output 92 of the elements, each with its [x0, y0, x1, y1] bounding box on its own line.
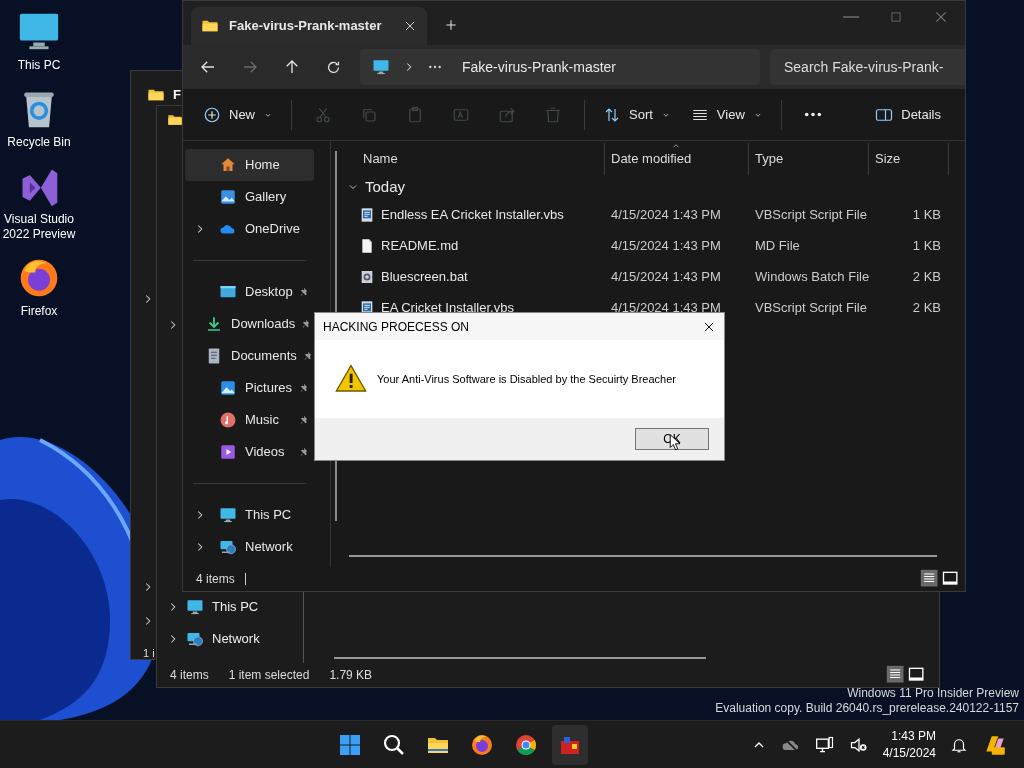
network-globe-icon [219, 538, 237, 556]
sidebar-item[interactable]: Downloads [185, 308, 314, 340]
file-size: 1 KB [911, 205, 941, 224]
music-note-icon [219, 411, 237, 429]
sidebar-item[interactable]: This PC [157, 591, 303, 623]
column-header[interactable]: Name [341, 143, 605, 175]
close-tab-button[interactable] [403, 19, 417, 33]
file-size: 2 KB [911, 267, 941, 286]
file-date: 4/15/2024 1:43 PM [610, 205, 722, 224]
desktop-icon-label[interactable]: This PC [17, 58, 61, 73]
status-text: 1.79 KB [329, 667, 373, 684]
desktop-icon-label[interactable]: Firefox [20, 304, 58, 319]
sidebar-item[interactable]: Music [185, 404, 314, 436]
watermark-text: Evaluation copy. Build 26040.rs_prerelease.240122-1157 [715, 701, 1019, 716]
plus-icon [443, 17, 459, 33]
file-date: 4/15/2024 1:43 PM [610, 298, 722, 317]
column-header[interactable]: Date modified [605, 143, 749, 175]
window-tab-title[interactable]: F [173, 85, 181, 105]
monitor-icon [186, 598, 204, 616]
window-tab[interactable]: Fake-virus-Prank-master [191, 7, 427, 45]
file-type: VBScript Script File [754, 298, 868, 317]
sort-button[interactable]: Sort [593, 96, 681, 133]
sidebar-item[interactable]: OneDrive [185, 213, 314, 245]
gallery-icon [219, 188, 237, 206]
watermark-text: Windows 11 Pro Insider Preview [847, 686, 1019, 701]
file-date: 4/15/2024 1:43 PM [610, 267, 722, 286]
dialog-message: Your Anti-Virus Software is Disabled by the Secuirty Breacher [377, 371, 676, 387]
new-button[interactable]: New [193, 96, 283, 133]
status-text: 4 items [196, 571, 235, 588]
file-row[interactable]: Bluescreen.bat 4/15/2024 1:43 PM Windows Batch File 2 KB [341, 261, 965, 292]
new-tab-button[interactable] [443, 17, 459, 33]
status-text: 1 item selected [228, 667, 310, 684]
sidebar-item[interactable]: Gallery [185, 181, 314, 213]
sidebar-item[interactable]: Network [157, 623, 303, 655]
sidebar-item[interactable]: This PC [185, 499, 314, 531]
file-row[interactable]: README.md 4/15/2024 1:43 PM MD File 1 KB [341, 230, 965, 261]
column-header[interactable]: Size [869, 143, 949, 175]
file-row[interactable]: Endless EA Cricket Installer.vbs 4/15/2024 1:43 PM VBScript Script File 1 KB [341, 199, 965, 230]
warning-icon [335, 363, 367, 395]
desktop-icon-label[interactable]: Recycle Bin [7, 135, 71, 150]
desktop-icon-label[interactable]: Visual Studio 2022 Preview [0, 212, 78, 242]
fox-globe-icon [470, 732, 495, 757]
sidebar-item[interactable]: Network [185, 531, 314, 563]
windows-logo-icon [338, 732, 363, 757]
horizontal-scrollbar[interactable] [349, 555, 937, 557]
folder-icon [167, 112, 183, 128]
sidebar-item[interactable]: Desktop [185, 276, 314, 308]
picture-icon [219, 379, 237, 397]
file-name: README.md [381, 236, 459, 255]
details-button[interactable]: Details [865, 96, 951, 133]
close-icon [933, 9, 949, 25]
network-monitor-icon [814, 734, 835, 755]
maximize-icon [889, 10, 903, 24]
group-header[interactable]: Today [365, 175, 406, 199]
house-icon [219, 156, 237, 174]
horizontal-scrollbar[interactable] [334, 657, 706, 659]
view-button[interactable]: View [680, 96, 773, 133]
sidebar-item[interactable]: Home [185, 149, 314, 181]
file-size: 1 KB [911, 236, 941, 255]
search-field[interactable]: Search Fake-virus-Prank- [770, 49, 965, 85]
address-bar[interactable]: Fake-virus-Prank-master [360, 49, 760, 85]
monitor-icon [219, 506, 237, 524]
file-type: MD File [754, 236, 801, 255]
script-file-icon [359, 206, 375, 223]
text-file-icon [359, 237, 375, 254]
file-date: 4/15/2024 1:43 PM [610, 236, 722, 255]
close-icon [403, 19, 417, 33]
dialog-title: HACKING PROECESS ON [323, 318, 471, 336]
file-name: Endless EA Cricket Installer.vbs [381, 205, 564, 224]
monitor-icon [372, 58, 390, 76]
clock[interactable]: 1:43 PM 4/15/2024 [882, 727, 936, 762]
list-view-icon [886, 665, 906, 685]
gear-file-icon [359, 268, 375, 285]
status-text: 4 items [170, 667, 209, 684]
minimize-icon [843, 16, 859, 18]
file-name: EA Cricket Installer.vbs [381, 298, 514, 317]
sidebar-item[interactable]: Documents [185, 340, 314, 372]
chrome-wheel-icon [514, 732, 539, 757]
column-header[interactable]: Type [749, 143, 869, 175]
file-name: Bluescreen.bat [381, 267, 468, 286]
download-arrow-icon [205, 315, 223, 333]
sidebar-item[interactable]: Videos [185, 436, 314, 468]
file-type: VBScript Script File [754, 205, 868, 224]
status-text: 1 i [143, 646, 155, 661]
file-type: Windows Batch File [754, 267, 869, 286]
file-size: 2 KB [911, 298, 941, 317]
sidebar-item[interactable]: Pictures [185, 372, 314, 404]
close-button[interactable] [933, 9, 949, 25]
network-globe-icon [186, 630, 204, 648]
maximize-button[interactable] [889, 9, 903, 25]
list-view-icon [920, 569, 940, 589]
film-icon [219, 443, 237, 461]
